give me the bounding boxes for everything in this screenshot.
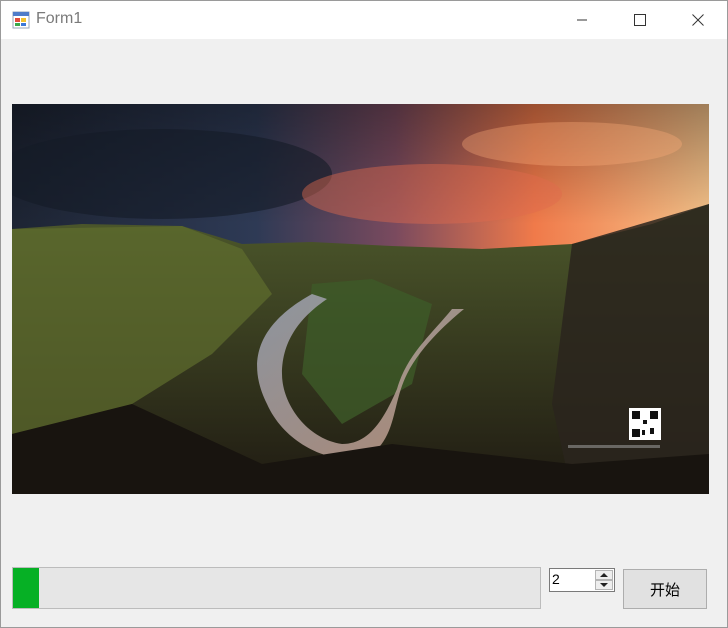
spin-up-button[interactable] [595,570,613,580]
maximize-button[interactable] [611,1,669,39]
close-button[interactable] [669,1,727,39]
arrow-down-icon [600,583,608,587]
minimize-button[interactable] [553,1,611,39]
form-window: Form1 2 开始 [0,0,728,628]
spin-down-button[interactable] [595,580,613,590]
progress-bar [12,567,541,609]
windows-form-icon [12,11,30,29]
spin-buttons [595,570,613,590]
qr-code-icon [629,408,661,440]
numeric-updown-value[interactable]: 2 [552,571,560,587]
landscape-photo [12,104,709,494]
close-icon [692,14,704,26]
picture-box [12,104,709,494]
start-button[interactable]: 开始 [623,569,707,609]
progress-fill [13,568,40,608]
maximize-icon [634,14,646,26]
numeric-updown[interactable]: 2 [549,568,615,592]
arrow-up-icon [600,573,608,577]
window-title: Form1 [36,10,83,27]
title-bar[interactable]: Form1 [1,1,727,39]
minimize-icon [577,19,587,21]
